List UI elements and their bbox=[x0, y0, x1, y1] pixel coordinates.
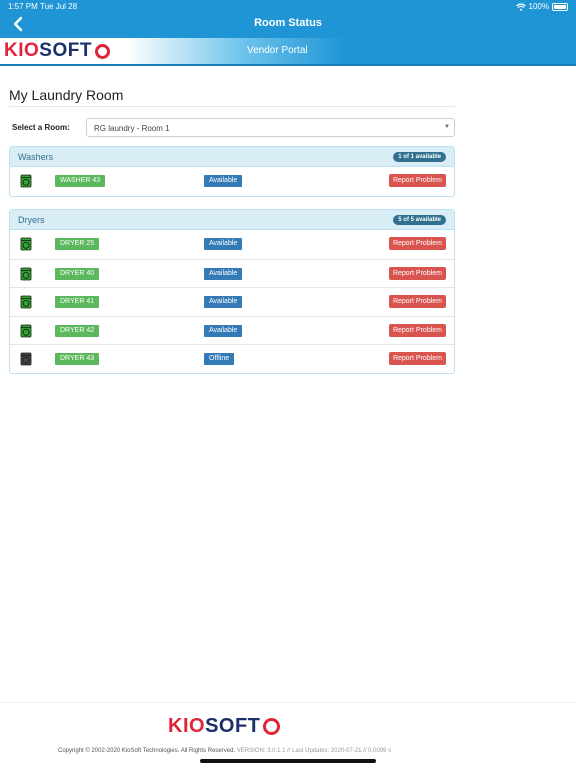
footer-logo-text-left: KIO bbox=[168, 714, 206, 737]
copyright-text: Copyright © 2002-2020 KioSoft Technologi… bbox=[58, 748, 391, 754]
washers-panel: Washers 1 of 1 available WASHER 43 Availa… bbox=[9, 146, 455, 197]
dryer-name-tag: DRYER 42 bbox=[55, 324, 100, 337]
dryers-availability-badge: 5 of 5 available bbox=[393, 215, 446, 225]
title-divider bbox=[9, 106, 455, 107]
report-problem-button[interactable]: Report Problem bbox=[388, 266, 446, 280]
copyright-notice: Copyright © 2002-2020 KioSoft Technologi… bbox=[58, 748, 236, 754]
dryer-icon bbox=[20, 237, 32, 251]
room-select-label: Select a Room: bbox=[12, 123, 70, 132]
page-title: My Laundry Room bbox=[9, 87, 124, 103]
status-time: 1:57 PM bbox=[8, 2, 38, 11]
wifi-icon bbox=[515, 2, 526, 11]
washers-availability-badge: 1 of 1 available bbox=[393, 152, 446, 162]
washer-icon bbox=[20, 174, 32, 188]
footer-divider bbox=[0, 702, 576, 703]
washers-title: Washers bbox=[18, 152, 54, 162]
washers-panel-header: Washers 1 of 1 available bbox=[10, 147, 454, 167]
dryer-icon bbox=[20, 324, 32, 338]
battery-percent: 100% bbox=[528, 2, 549, 11]
report-problem-button[interactable]: Report Problem bbox=[388, 352, 446, 366]
vendor-portal-label: Vendor Portal bbox=[247, 45, 308, 56]
battery-icon bbox=[552, 2, 568, 11]
dryers-panel: Dryers 5 of 5 available DRYER 25 Availabl… bbox=[9, 209, 455, 374]
washer-list: WASHER 43 Available Report Problem bbox=[10, 167, 454, 196]
report-problem-button[interactable]: Report Problem bbox=[388, 323, 446, 337]
status-indicators: 100% bbox=[515, 2, 568, 11]
logo-text-right: SOFT bbox=[39, 40, 92, 61]
kiosoft-logo: KIO SOFT bbox=[4, 40, 110, 62]
dryer-row: DRYER 43 Offline Report Problem bbox=[10, 344, 454, 373]
dryer-name-tag: DRYER 25 bbox=[55, 238, 100, 250]
report-problem-button[interactable]: Report Problem bbox=[388, 237, 446, 250]
dryer-status-label: Available bbox=[204, 267, 243, 280]
dryer-status-label: Offline bbox=[204, 353, 235, 366]
dryer-status-label: Available bbox=[204, 324, 243, 337]
dryer-name-tag: DRYER 41 bbox=[55, 296, 100, 309]
top-nav-bar: 1:57 PM Tue Jul 28 100% Room Status bbox=[0, 0, 576, 38]
dryer-icon bbox=[20, 352, 32, 366]
dryer-name-tag: DRYER 40 bbox=[55, 267, 100, 280]
washer-row: WASHER 43 Available Report Problem bbox=[10, 167, 454, 196]
logo-ring-icon bbox=[94, 43, 110, 59]
dryer-name-tag: DRYER 43 bbox=[55, 353, 100, 366]
dryer-row: DRYER 25 Available Report Problem bbox=[10, 230, 454, 259]
report-problem-button[interactable]: Report Problem bbox=[388, 174, 446, 187]
washer-status-label: Available bbox=[204, 175, 243, 187]
room-select-value: RG laundry - Room 1 bbox=[94, 124, 170, 133]
dryers-panel-header: Dryers 5 of 5 available bbox=[10, 210, 454, 230]
dryer-row: DRYER 40 Available Report Problem bbox=[10, 258, 454, 288]
version-info: VERSION: 3.0.1.1 // Last Updates: 2020-0… bbox=[236, 748, 392, 754]
washer-name-tag: WASHER 43 bbox=[55, 175, 106, 187]
dryer-icon bbox=[20, 295, 32, 309]
nav-title: Room Status bbox=[254, 17, 322, 29]
dryer-icon bbox=[20, 267, 32, 280]
dryer-row: DRYER 41 Available Report Problem bbox=[10, 287, 454, 316]
footer-logo-text-right: SOFT bbox=[205, 714, 261, 737]
footer-logo-ring-icon bbox=[263, 717, 281, 735]
dryer-list: DRYER 25 Available Report Problem DRYER 40 A… bbox=[10, 230, 454, 373]
home-indicator[interactable] bbox=[200, 759, 376, 763]
dryer-status-label: Available bbox=[204, 238, 243, 250]
dryers-title: Dryers bbox=[18, 215, 45, 225]
brand-bar-divider bbox=[0, 64, 576, 66]
chevron-down-icon: ▼ bbox=[444, 124, 450, 130]
logo-text-left: KIO bbox=[4, 40, 40, 61]
dryer-status-label: Available bbox=[204, 296, 243, 309]
room-select[interactable]: RG laundry - Room 1 ▼ bbox=[86, 118, 455, 137]
status-date: Tue Jul 28 bbox=[40, 2, 78, 11]
report-problem-button[interactable]: Report Problem bbox=[388, 295, 446, 309]
dryer-row: DRYER 42 Available Report Problem bbox=[10, 315, 454, 345]
footer-kiosoft-logo: KIO SOFT bbox=[168, 714, 281, 738]
